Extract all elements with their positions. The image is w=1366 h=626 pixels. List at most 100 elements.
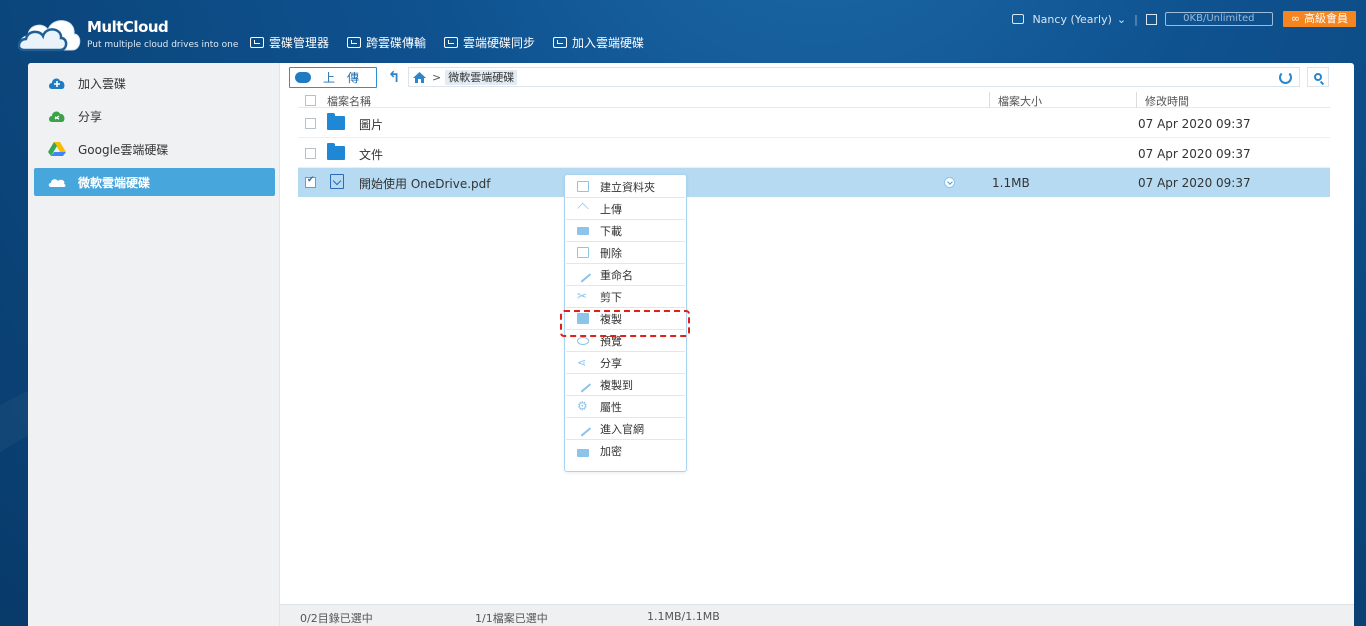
user-area: Nancy (Yearly) ⌄ | 0KB/Unlimited ∞ 高級會員 (1012, 11, 1356, 27)
cloud-logo-icon (16, 12, 82, 54)
sidebar: 加入雲碟 分享 Google雲端硬碟 微軟雲端硬碟 (28, 63, 280, 626)
copy-to-icon (574, 376, 592, 393)
table-row[interactable]: 文件 07 Apr 2020 09:37 (298, 139, 1330, 168)
row-checkbox[interactable] (305, 118, 316, 129)
lock-icon (577, 448, 589, 457)
onedrive-icon (48, 175, 66, 189)
sidebar-item-label: 加入雲碟 (78, 76, 127, 91)
sidebar-item-add-cloud[interactable]: 加入雲碟 (34, 69, 275, 97)
file-name[interactable]: 開始使用 OneDrive.pdf (359, 175, 491, 192)
menu-item-upload[interactable]: 上傳 (566, 198, 685, 220)
status-files: 1/1檔案已選中 (475, 612, 548, 625)
column-divider (989, 92, 990, 108)
file-size: 1.1MB (992, 176, 1030, 190)
file-time: 07 Apr 2020 09:37 (1138, 176, 1251, 190)
table-row[interactable]: 圖片 07 Apr 2020 09:37 (298, 109, 1330, 138)
breadcrumb-current[interactable]: 微軟雲端硬碟 (445, 69, 518, 85)
row-checkbox[interactable] (305, 175, 316, 188)
chevron-down-icon[interactable]: ⌄ (1117, 13, 1126, 26)
menu-item-rename[interactable]: 重命名 (566, 264, 685, 286)
column-size[interactable]: 檔案大小 (998, 93, 1042, 109)
nav-cloud-transfer[interactable]: 跨雲碟傳輸 (347, 34, 426, 51)
search-icon (1314, 73, 1322, 81)
folder-icon (327, 143, 345, 160)
table-header: 檔案名稱 檔案大小 修改時間 (298, 92, 1330, 108)
eye-icon (577, 336, 589, 345)
copy-icon (577, 313, 589, 324)
context-menu: 建立資料夾 上傳 下載 刪除 重命名 ✂ 剪下 複製 預覽 ⋖ 分享 複製到 ⚙… (564, 174, 687, 472)
status-size: 1.1MB/1.1MB (647, 610, 720, 623)
nav-add-cloud[interactable]: 加入雲端硬碟 (553, 34, 644, 51)
cloud-upload-icon (294, 71, 311, 83)
gift-icon[interactable] (1145, 13, 1157, 25)
official-site-icon (574, 420, 592, 437)
cloud-manager-icon (250, 37, 264, 48)
google-drive-icon (48, 142, 66, 156)
refresh-icon[interactable] (1279, 70, 1292, 84)
toolbar: 上傳 ↰ > 微軟雲端硬碟 (289, 66, 1329, 88)
menu-item-copy[interactable]: 複製 (566, 308, 685, 330)
sidebar-item-label: 微軟雲端硬碟 (78, 175, 151, 190)
transfer-icon (347, 37, 362, 48)
select-all-checkbox[interactable] (305, 95, 316, 106)
app-tagline: Put multiple cloud drives into one (87, 40, 239, 50)
pdf-icon (330, 174, 344, 189)
separator: | (1134, 12, 1138, 26)
row-dropdown-icon[interactable] (944, 177, 955, 188)
menu-item-official-site[interactable]: 進入官網 (566, 418, 685, 440)
menu-item-encrypt[interactable]: 加密 (566, 440, 685, 462)
status-dirs: 0/2目錄已選中 (300, 612, 373, 625)
menu-item-cut[interactable]: ✂ 剪下 (566, 286, 685, 308)
nav-label: 跨雲碟傳輸 (366, 36, 427, 50)
home-icon[interactable] (413, 71, 426, 83)
sync-icon (444, 37, 459, 48)
user-menu[interactable]: Nancy (Yearly) (1032, 13, 1111, 26)
main-panel: 加入雲碟 分享 Google雲端硬碟 微軟雲端硬碟 上傳 ↰ > 微軟雲端硬碟 … (28, 63, 1354, 626)
app-name: MultCloud (87, 18, 169, 36)
file-time: 07 Apr 2020 09:37 (1138, 117, 1251, 131)
menu-item-preview[interactable]: 預覽 (566, 330, 685, 352)
parent-folder-icon[interactable]: ↰ (386, 69, 402, 85)
column-divider (1136, 92, 1137, 108)
column-time[interactable]: 修改時間 (1145, 93, 1189, 109)
download-icon (577, 226, 589, 235)
upload-button[interactable]: 上傳 (289, 66, 377, 88)
sidebar-item-google-drive[interactable]: Google雲端硬碟 (34, 135, 275, 163)
sidebar-item-onedrive[interactable]: 微軟雲端硬碟 (34, 168, 275, 196)
nav-cloud-sync[interactable]: 雲端硬碟同步 (444, 34, 535, 51)
file-name[interactable]: 圖片 (359, 116, 383, 133)
new-folder-icon (577, 181, 589, 192)
share-icon: ⋖ (577, 356, 587, 369)
column-name[interactable]: 檔案名稱 (327, 93, 371, 109)
pencil-icon (574, 266, 592, 283)
search-button[interactable] (1307, 67, 1329, 87)
status-bar: 0/2目錄已選中 1/1檔案已選中 1.1MB/1.1MB (280, 604, 1354, 626)
file-time: 07 Apr 2020 09:37 (1138, 147, 1251, 161)
trash-icon (577, 247, 589, 258)
menu-item-new-folder[interactable]: 建立資料夾 (566, 176, 685, 198)
breadcrumb-separator: > (432, 70, 442, 84)
monitor-icon (1012, 14, 1025, 24)
nav-cloud-manager[interactable]: 雲碟管理器 (250, 34, 329, 51)
sidebar-item-label: Google雲端硬碟 (78, 142, 169, 157)
add-cloud-icon (48, 76, 66, 90)
upload-icon (577, 202, 589, 215)
nav-label: 雲端硬碟同步 (463, 36, 536, 50)
file-name[interactable]: 文件 (359, 146, 383, 163)
add-cloud-icon (553, 37, 568, 48)
sidebar-item-share[interactable]: 分享 (34, 102, 275, 130)
sidebar-item-label: 分享 (78, 109, 103, 124)
storage-indicator: 0KB/Unlimited (1164, 12, 1273, 26)
menu-item-copy-to[interactable]: 複製到 (566, 374, 685, 396)
app-logo[interactable]: MultCloud Put multiple cloud drives into… (16, 12, 238, 54)
table-row[interactable]: 開始使用 OneDrive.pdf 1.1MB 07 Apr 2020 09:3… (298, 168, 1330, 197)
share-cloud-icon (48, 109, 66, 123)
premium-button[interactable]: ∞ 高級會員 (1282, 11, 1356, 27)
menu-item-share[interactable]: ⋖ 分享 (566, 352, 685, 374)
menu-item-download[interactable]: 下載 (566, 220, 685, 242)
scissors-icon: ✂ (577, 289, 588, 303)
menu-item-delete[interactable]: 刪除 (566, 242, 685, 264)
menu-item-properties[interactable]: ⚙ 屬性 (566, 396, 685, 418)
folder-icon (327, 113, 345, 130)
row-checkbox[interactable] (305, 148, 316, 159)
